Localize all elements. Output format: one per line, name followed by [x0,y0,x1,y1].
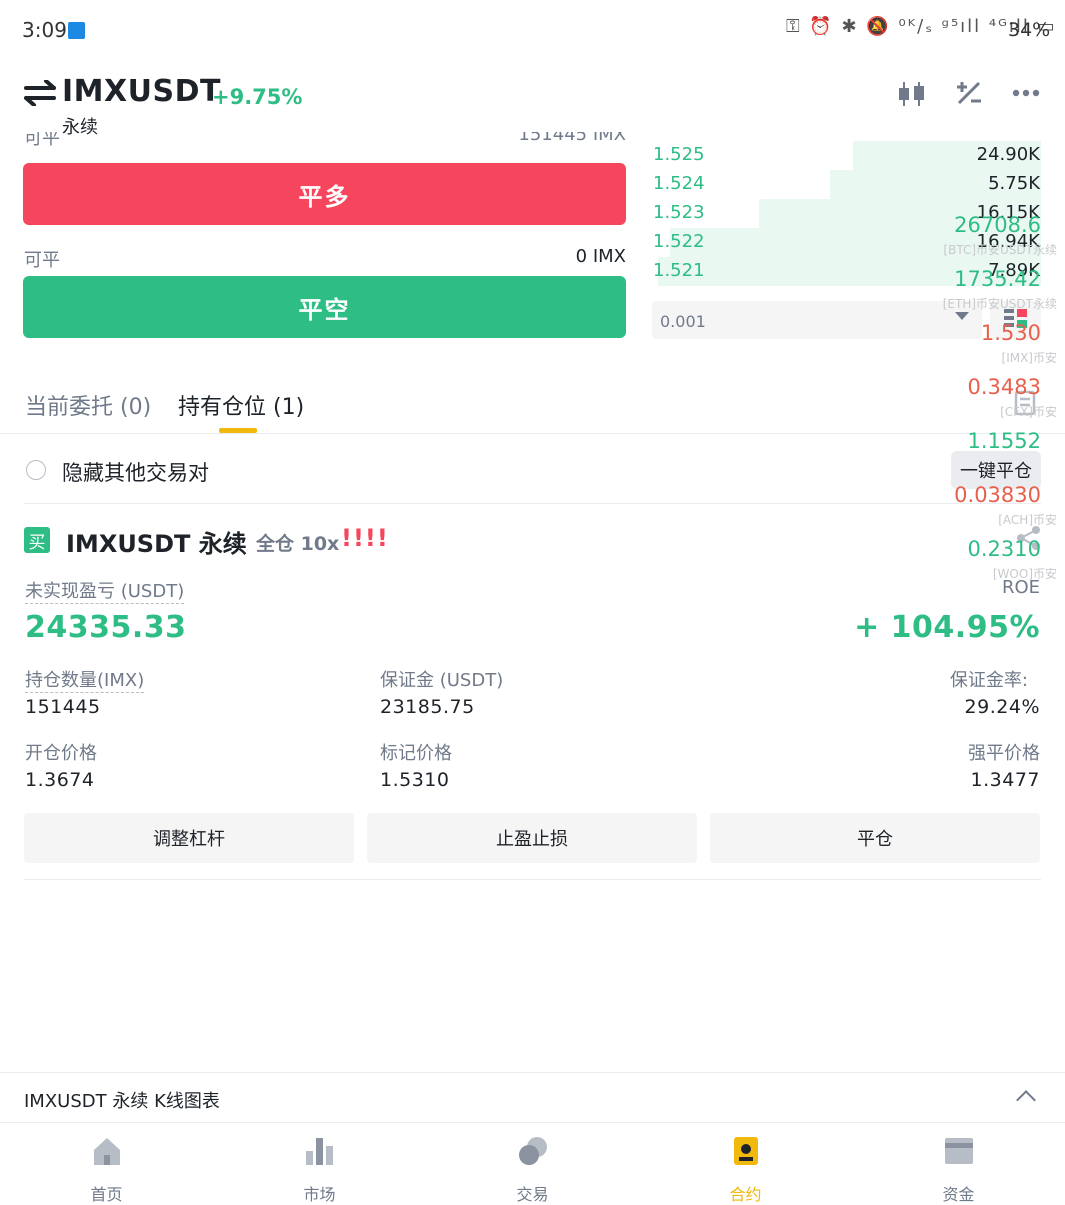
hide-others-label[interactable]: 隐藏其他交易对 [62,457,209,487]
pair-change: +9.75% [212,85,303,109]
position-size-value: 151445 [25,696,101,718]
trade-icon [518,1137,547,1165]
orderbook-row[interactable]: 1.524 5.75K [650,170,1041,199]
close-short-available-label: 可平 [24,250,60,271]
margin-label: 保证金 (USDT) [380,670,504,691]
margin-value: 23185.75 [380,696,475,718]
close-short-button[interactable]: 平空 [23,276,626,338]
nav-trade-label: 交易 [516,1185,549,1204]
buy-side-badge: 买 [24,527,50,553]
ticker-label: [ETH]币安USDT永续 [942,297,1057,311]
kline-chart-label[interactable]: IMXUSDT 永续 K线图表 [24,1087,220,1113]
chevron-down-icon[interactable] [955,312,969,320]
ticker-label: [CFX]币安 [1000,405,1057,419]
close-long-available-row: 可平 151445 IMX [24,132,626,154]
adjust-leverage-button[interactable]: 调整杠杆 [24,813,354,863]
ticker-price: 1.1552 [967,429,1041,453]
orderbook-price: 1.524 [653,173,705,194]
nav-trade[interactable]: 交易 [426,1135,639,1205]
orderbook-price: 1.522 [653,231,705,252]
roe-value: + 104.95% [854,610,1040,645]
liquidation-price-value: 1.3477 [970,769,1040,791]
unrealized-pnl-value: 24335.33 [25,610,187,645]
risk-warning-indicator: !!!! [341,524,389,552]
ticker-price: 26708.6 [954,213,1041,237]
tab-positions[interactable]: 持有仓位 (1) [178,389,304,421]
precision-select[interactable]: 0.001 [652,301,982,339]
nav-wallet[interactable]: 资金 [852,1135,1065,1205]
candlestick-chart-icon[interactable] [897,80,927,108]
battery-percent: 34% [1008,19,1051,41]
swap-arrows-icon[interactable] [24,80,56,106]
position-title[interactable]: IMXUSDT 永续 [66,524,247,559]
close-position-button[interactable]: 平仓 [710,813,1040,863]
nav-futures-label: 合约 [729,1185,762,1204]
mark-price-label: 标记价格 [380,743,452,764]
orderbook-quantity: 24.90K [976,144,1040,165]
tp-sl-button[interactable]: 止盈止损 [367,813,697,863]
navigation-indicator-icon [68,22,85,39]
more-options-icon[interactable] [1012,89,1040,97]
tabs-divider [0,433,1065,434]
orderbook-quantity: 5.75K [988,173,1040,194]
liquidation-price-label: 强平价格 [968,743,1040,764]
futures-icon [733,1137,758,1165]
ticker-label: [IMX]币安 [1001,351,1057,365]
orderbook-row[interactable]: 1.525 24.90K [650,141,1041,170]
position-size-label[interactable]: 持仓数量(IMX) [25,666,145,693]
market-icon [305,1138,333,1165]
entry-price-label: 开仓价格 [25,743,97,764]
entry-price-value: 1.3674 [25,769,95,791]
margin-ratio-label: 保证金率: [949,670,1028,691]
status-time: 3:09 [22,18,67,42]
ticker-price: 0.03830 [954,483,1041,507]
tab-open-orders[interactable]: 当前委托 (0) [25,389,151,421]
precision-value: 0.001 [660,312,706,331]
wallet-icon [944,1138,973,1164]
ticker-price: 1.530 [980,321,1041,345]
close-long-button[interactable]: 平多 [23,163,626,225]
home-icon [93,1138,120,1165]
ticker-label: [WOO]币安 [992,567,1057,581]
pair-title[interactable]: IMXUSDT [62,74,221,109]
hide-others-radio[interactable] [26,460,46,480]
orderbook-price: 1.525 [653,144,705,165]
close-long-available-value: 151445 IMX [518,132,626,145]
card-divider [24,879,1041,880]
calculator-icon[interactable] [955,79,983,107]
margin-mode-leverage: 全仓 10x [256,533,340,555]
ticker-price: 0.3483 [967,375,1041,399]
orderbook-price: 1.521 [653,260,705,281]
filter-divider [24,503,1041,504]
ticker-price: 1735.42 [954,267,1041,291]
orderbook-price: 1.523 [653,202,705,223]
nav-home[interactable]: 首页 [0,1135,213,1205]
ticker-label: [BTC]币安USDT永续 [943,243,1057,257]
nav-home-label: 首页 [90,1185,123,1204]
margin-ratio-value: 29.24% [964,696,1040,718]
close-long-available-label: 可平 [24,132,60,149]
close-short-available-value: 0 IMX [575,246,626,267]
nav-wallet-label: 资金 [942,1185,975,1204]
nav-futures[interactable]: 合约 [639,1135,852,1205]
ticker-price: 0.2310 [967,537,1041,561]
nav-market-label: 市场 [303,1185,336,1204]
unrealized-pnl-label[interactable]: 未实现盈亏 (USDT) [25,577,185,604]
nav-market[interactable]: 市场 [213,1135,426,1205]
ticker-label: [ACH]币安 [998,513,1057,527]
mark-price-value: 1.5310 [380,769,450,791]
